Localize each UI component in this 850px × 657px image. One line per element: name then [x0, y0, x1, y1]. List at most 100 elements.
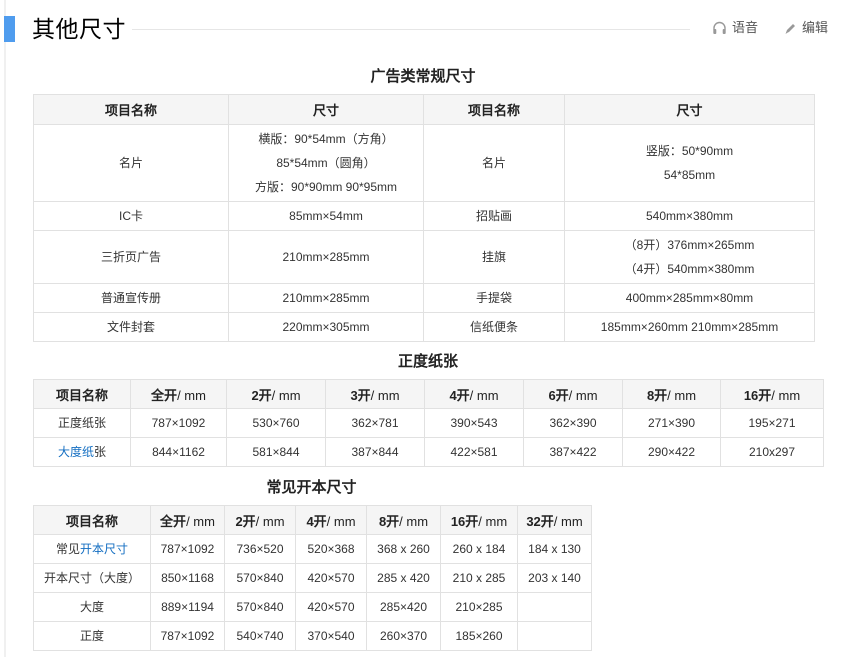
table-cell: 368 x 260: [366, 534, 441, 564]
table-cell: 271×390: [622, 408, 721, 438]
cell-line: 54*85mm: [663, 168, 716, 182]
section-title: 其他尺寸: [32, 16, 126, 42]
paper-size-table: 项目名称 全开/ mm 2开/ mm 3开/ mm 4开/ mm 6开/ mm …: [33, 379, 824, 467]
header-unit: / mm: [326, 513, 356, 529]
table-cell: 520×368: [295, 534, 367, 564]
table-row: 大度 889×1194 570×840 420×570 285×420 210×…: [33, 592, 592, 622]
table-cell: 387×844: [325, 437, 425, 467]
table-cell: 362×781: [325, 408, 425, 438]
header-unit: / mm: [255, 513, 285, 529]
table-cell: 540mm×380mm: [564, 201, 815, 231]
header-bold: 8开: [646, 387, 668, 403]
table-header-cell: 4开/ mm: [295, 505, 367, 535]
table-cell: 220mm×305mm: [228, 312, 424, 342]
header-bold: 8开: [378, 513, 400, 529]
table-cell: 390×543: [424, 408, 524, 438]
table-cell: 844×1162: [130, 437, 227, 467]
header-unit: / mm: [568, 387, 598, 403]
header-unit: / mm: [271, 387, 301, 403]
table-cell: 540×740: [224, 621, 296, 651]
table-row: 常见开本尺寸 787×1092 736×520 520×368 368 x 26…: [33, 534, 592, 564]
table-cell: [517, 592, 592, 622]
table-row: 正度纸张 787×1092 530×760 362×781 390×543 36…: [33, 408, 824, 438]
pencil-icon: [784, 22, 797, 35]
table-cell: 420×570: [295, 592, 367, 622]
table-cell: 195×271: [720, 408, 824, 438]
left-border: [4, 0, 6, 657]
header-bold: 6开: [548, 387, 569, 403]
edit-button[interactable]: 编辑: [784, 19, 828, 37]
table-cell: 370×540: [295, 621, 367, 651]
format-table-caption: 常见开本尺寸: [266, 479, 357, 496]
table-cell: 787×1092: [150, 621, 225, 651]
table-header-cell: 2开/ mm: [224, 505, 296, 535]
table-cell: 285 x 420: [366, 563, 441, 593]
table-cell: IC卡: [33, 201, 229, 231]
header-bold: 项目名称: [55, 387, 108, 403]
table-cell: 210x297: [720, 437, 824, 467]
row-name-link[interactable]: 大度纸: [58, 445, 94, 459]
table-cell: 184 x 130: [517, 534, 592, 564]
table-cell: 名片: [423, 124, 565, 202]
table-row: 文件封套 220mm×305mm 信纸便条 185mm×260mm 210mm×…: [33, 312, 815, 342]
table-cell: [517, 621, 592, 651]
table-cell: 203 x 140: [517, 563, 592, 593]
table-header-cell: 项目名称: [423, 94, 565, 125]
table-header-cell: 6开/ mm: [523, 379, 623, 409]
header-unit: / mm: [469, 387, 499, 403]
table-cell: 889×1194: [150, 592, 225, 622]
table-row: 开本尺寸（大度） 850×1168 570×840 420×570 285 x …: [33, 563, 592, 593]
table-cell: 387×422: [523, 437, 623, 467]
table-cell: 570×840: [224, 592, 296, 622]
voice-button[interactable]: 语音: [712, 19, 758, 37]
header-unit: / mm: [478, 513, 508, 529]
table-cell: 开本尺寸（大度）: [33, 563, 151, 593]
table-header-cell: 4开/ mm: [424, 379, 524, 409]
header-unit: / mm: [177, 387, 206, 403]
table-cell: 三折页广告: [33, 230, 229, 284]
header-unit: / mm: [370, 387, 400, 403]
cell-line: （4开）540mm×380mm: [624, 262, 755, 276]
table-header-cell: 尺寸: [228, 94, 424, 125]
header-unit: / mm: [667, 387, 697, 403]
table-cell: 736×520: [224, 534, 296, 564]
table-header-cell: 项目名称: [33, 94, 229, 125]
table-cell: 挂旗: [423, 230, 565, 284]
voice-label: 语音: [732, 20, 759, 35]
table-cell: 正度纸张: [33, 408, 131, 438]
table-cell: 手提袋: [423, 283, 565, 313]
table-cell: 787×1092: [130, 408, 227, 438]
row-name-suffix: 张: [94, 445, 107, 459]
format-size-table: 项目名称 全开/ mm 2开/ mm 4开/ mm 8开/ mm 16开/ mm…: [33, 505, 592, 651]
table-cell: 招贴画: [423, 201, 565, 231]
table-header-cell: 32开/ mm: [517, 505, 592, 535]
table-row: 普通宣传册 210mm×285mm 手提袋 400mm×285mm×80mm: [33, 283, 815, 313]
headphones-icon: [712, 21, 727, 35]
header-bold: 2开: [235, 513, 256, 529]
table-row: 大度纸张 844×1162 581×844 387×844 422×581 38…: [33, 437, 824, 467]
section-header: 其他尺寸 语音 编辑: [4, 13, 844, 45]
row-name: 正度纸张: [57, 416, 106, 430]
header-unit: / mm: [399, 513, 429, 529]
table-cell: 850×1168: [150, 563, 225, 593]
header-bold: 16开: [450, 513, 479, 529]
table-cell: 285×420: [366, 592, 441, 622]
table-row: 三折页广告 210mm×285mm 挂旗 （8开）376mm×265mm （4开…: [33, 230, 815, 284]
edit-label: 编辑: [802, 20, 829, 35]
table-header-cell: 8开/ mm: [622, 379, 721, 409]
table-cell: 文件封套: [33, 312, 229, 342]
row-name: 常见: [55, 542, 80, 556]
header-bold: 3开: [350, 387, 371, 403]
header-bold: 4开: [306, 513, 327, 529]
header-unit: / mm: [186, 513, 215, 529]
table-cell: 362×390: [523, 408, 623, 438]
table-cell: 横版：90*54mm（方角） 85*54mm（圆角） 方版：90*90mm 90…: [228, 124, 424, 202]
table-cell: 420×570: [295, 563, 367, 593]
table-cell: 422×581: [424, 437, 524, 467]
header-bold: 项目名称: [65, 513, 118, 529]
row-name-link[interactable]: 开本尺寸: [80, 542, 128, 556]
cell-line: 方版：90*90mm 90*95mm: [254, 180, 398, 194]
header-bold: 32开: [526, 513, 554, 529]
table-cell: 210×285: [440, 592, 518, 622]
table-header-cell: 项目名称: [33, 379, 131, 409]
